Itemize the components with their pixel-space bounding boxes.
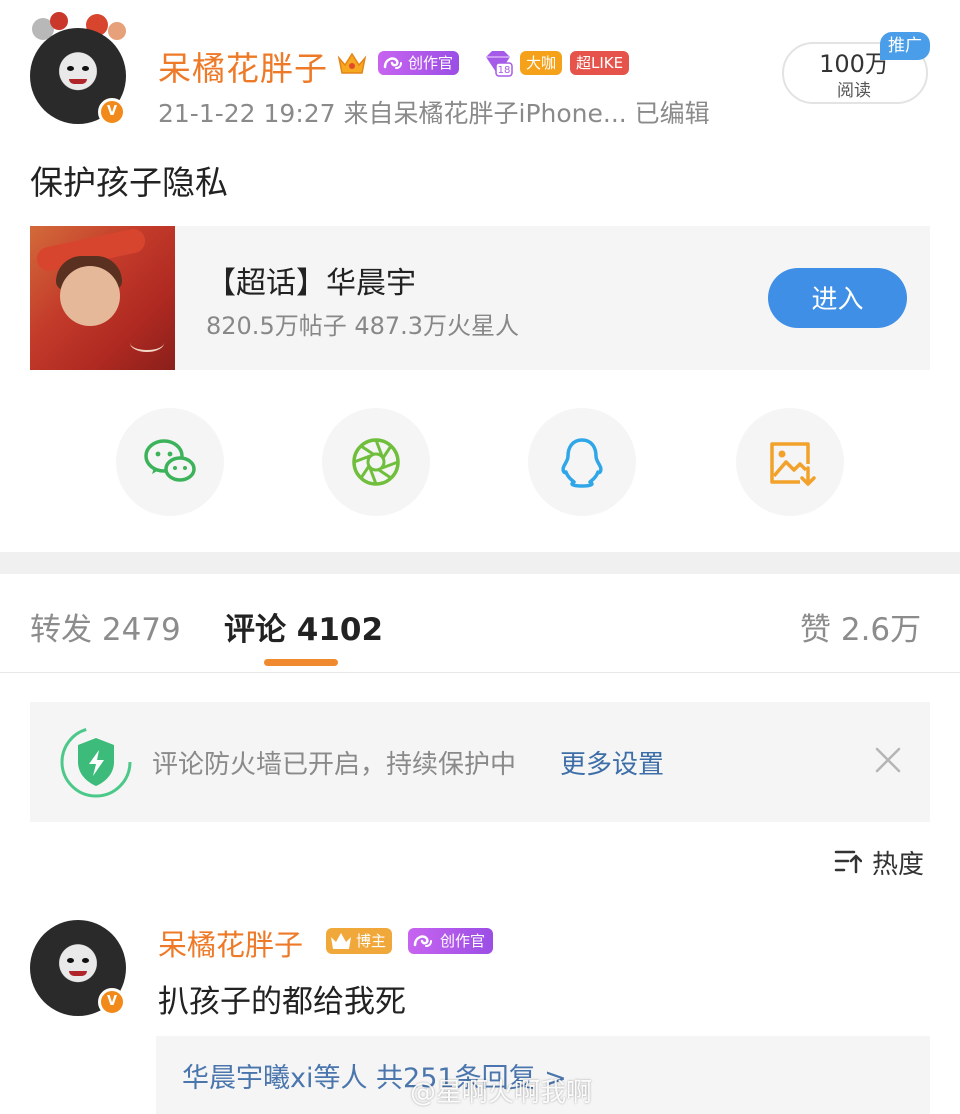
host-badge-label: 博主 xyxy=(356,932,387,950)
commenter-name[interactable]: 呆橘花胖子 xyxy=(158,922,303,964)
supertopic-thumbnail xyxy=(30,226,175,370)
verified-badge: V xyxy=(98,98,126,126)
watermark: @星啊火啊我啊 xyxy=(410,1078,593,1108)
creator-swirl-icon xyxy=(413,935,432,947)
share-moments-button[interactable] xyxy=(322,408,430,516)
svg-text:18: 18 xyxy=(498,65,511,76)
tab-comment[interactable]: 评论 4102 xyxy=(224,604,383,649)
close-icon[interactable] xyxy=(872,744,904,776)
host-badge: 博主 xyxy=(326,928,393,954)
qq-icon xyxy=(561,438,603,488)
super-like-badge[interactable]: 超LIKE xyxy=(570,51,630,75)
commenter-verified-badge: V xyxy=(98,988,126,1016)
enter-button[interactable]: 进入 xyxy=(768,268,907,328)
save-image-icon xyxy=(770,442,816,486)
supertopic-stats: 820.5万帖子 487.3万火星人 xyxy=(206,312,520,340)
firewall-status-text: 评论防火墙已开启，持续保护中 xyxy=(152,750,517,780)
tab-repost[interactable]: 转发 2479 xyxy=(30,604,181,649)
share-wechat-button[interactable] xyxy=(116,408,224,516)
section-divider xyxy=(0,552,960,574)
sort-by-heat[interactable]: 热度 xyxy=(872,844,924,881)
creator-swirl-icon xyxy=(383,57,402,69)
creator-badge-label: 创作官 xyxy=(408,54,454,72)
save-image-button[interactable] xyxy=(736,408,844,516)
crown-icon xyxy=(331,933,351,949)
comment-text: 扒孩子的都给我死 xyxy=(158,984,406,1020)
level-diamond-icon: 18 xyxy=(482,48,514,78)
shield-icon xyxy=(58,724,134,800)
supertopic-title[interactable]: 【超话】华晨宇 xyxy=(206,258,416,302)
wechat-icon xyxy=(144,439,196,482)
author-name[interactable]: 呆橘花胖子 xyxy=(158,42,328,90)
tab-like[interactable]: 赞 2.6万 xyxy=(800,604,921,649)
share-qq-button[interactable] xyxy=(528,408,636,516)
moments-icon xyxy=(352,438,400,486)
read-label: 阅读 xyxy=(837,81,871,101)
tab-divider xyxy=(0,672,960,673)
crown-icon xyxy=(336,48,368,78)
active-tab-indicator xyxy=(264,659,338,666)
more-settings-link[interactable]: 更多设置 xyxy=(560,744,664,781)
commenter-creator-label: 创作官 xyxy=(440,932,486,950)
commenter-creator-badge[interactable]: 创作官 xyxy=(408,928,494,954)
sort-icon[interactable] xyxy=(834,848,863,874)
promote-badge[interactable]: 推广 xyxy=(880,32,930,60)
post-text: 保护孩子隐私 xyxy=(30,163,228,202)
post-meta: 21-1-22 19:27 来自呆橘花胖子iPhone... 已编辑 xyxy=(158,99,710,128)
big-shot-badge[interactable]: 大咖 xyxy=(520,51,563,75)
creator-badge[interactable]: 创作官 xyxy=(378,51,460,75)
